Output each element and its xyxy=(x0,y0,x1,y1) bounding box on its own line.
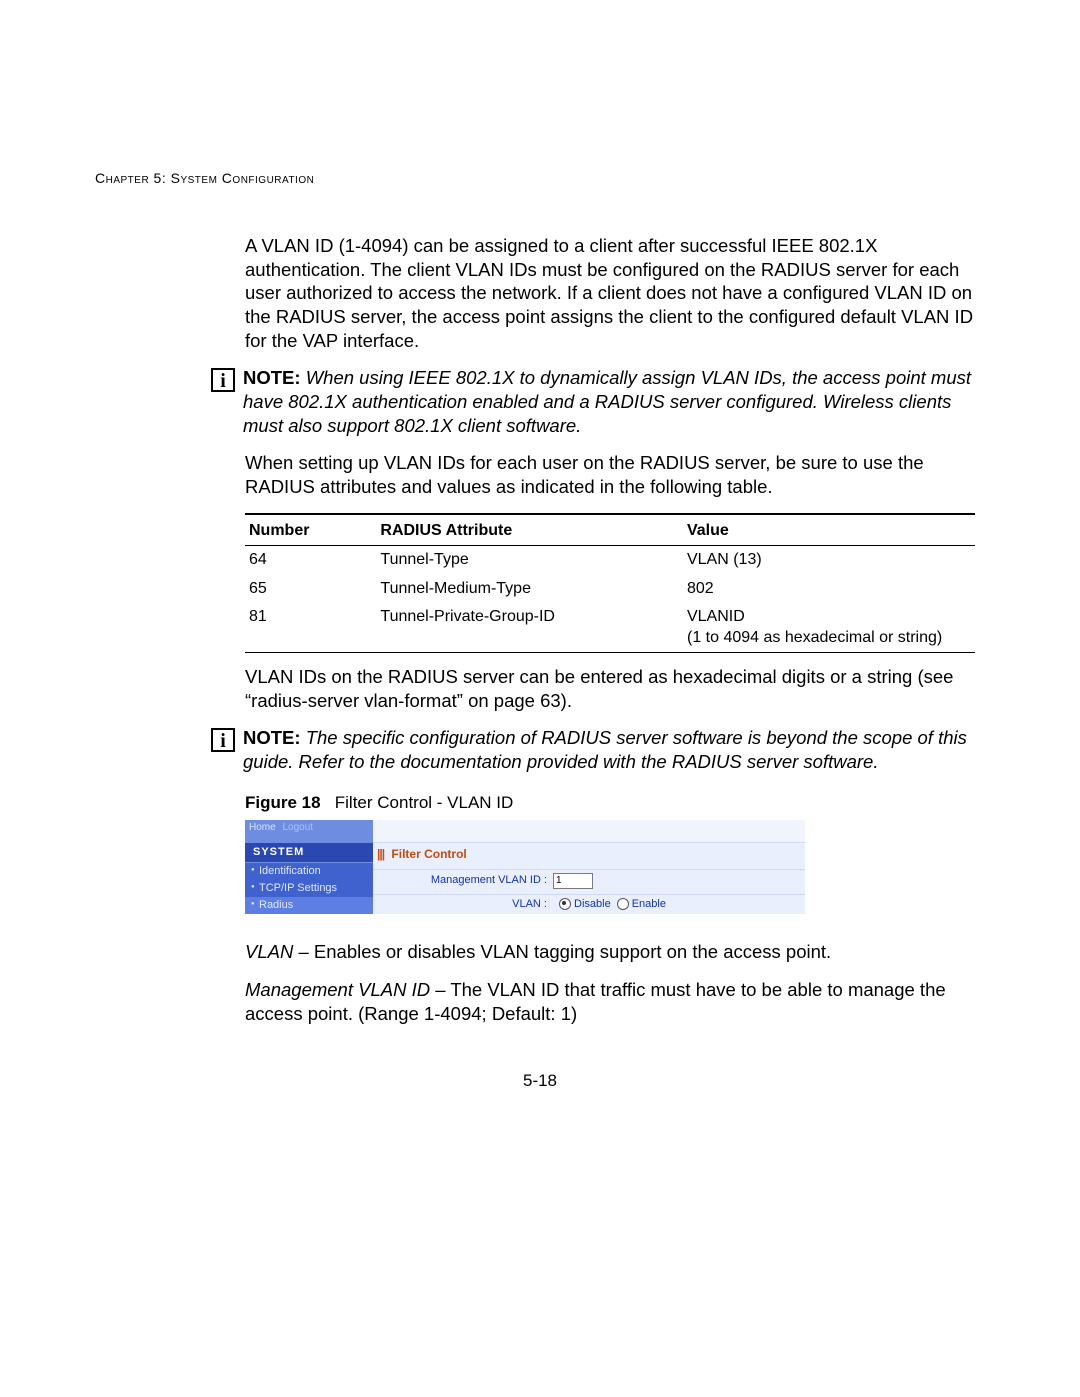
cell-attr: Tunnel-Medium-Type xyxy=(376,575,683,603)
note-2-text: NOTE: The specific configuration of RADI… xyxy=(243,726,975,773)
info-icon: i xyxy=(211,368,235,392)
mgmt-vlan-row: Management VLAN ID : xyxy=(373,870,805,892)
sidebar-item-tcpip[interactable]: TCP/IP Settings xyxy=(245,880,373,897)
figure-label: Figure 18 xyxy=(245,793,321,812)
radius-table: Number RADIUS Attribute Value 64 Tunnel-… xyxy=(245,513,975,653)
figure-caption: Figure 18 Filter Control - VLAN ID xyxy=(245,792,975,814)
sidebar-section-system: SYSTEM xyxy=(245,842,373,863)
tab-logout[interactable]: Logout xyxy=(282,822,313,833)
mgmt-vlan-field-desc: Management VLAN ID – The VLAN ID that tr… xyxy=(245,978,975,1025)
main-content: A VLAN ID (1-4094) can be assigned to a … xyxy=(245,234,975,1025)
note-body: The specific configuration of RADIUS ser… xyxy=(243,727,967,772)
note-label: NOTE: xyxy=(243,727,301,748)
table-header-row: Number RADIUS Attribute Value xyxy=(245,514,975,546)
figure-title: Filter Control - VLAN ID xyxy=(335,793,514,812)
vlan-enable-label: Enable xyxy=(632,898,666,911)
panel-title: ||| Filter Control xyxy=(373,842,805,867)
vlan-disable-radio[interactable] xyxy=(559,898,571,910)
cell-attr: Tunnel-Type xyxy=(376,546,683,575)
cell-value: VLANID (1 to 4094 as hexadecimal or stri… xyxy=(683,603,975,652)
tab-home[interactable]: Home xyxy=(249,822,276,833)
col-value: Value xyxy=(683,514,975,546)
sidebar-item-radius[interactable]: Radius xyxy=(245,897,373,914)
term-vlan: VLAN xyxy=(245,941,293,962)
note-label: NOTE: xyxy=(243,367,301,388)
panel: ||| Filter Control Management VLAN ID : … xyxy=(373,820,805,915)
vlan-row: VLAN : Disable Enable xyxy=(373,895,805,914)
desc-vlan: – Enables or disables VLAN tagging suppo… xyxy=(293,941,831,962)
top-tabs: Home Logout xyxy=(245,820,373,842)
vlan-field-desc: VLAN – Enables or disables VLAN tagging … xyxy=(245,940,975,964)
col-number: Number xyxy=(245,514,376,546)
table-row: 65 Tunnel-Medium-Type 802 xyxy=(245,575,975,603)
cell-value: VLAN (13) xyxy=(683,546,975,575)
page: Chapter 5: System Configuration A VLAN I… xyxy=(0,0,1080,1397)
note-1-text: NOTE: When using IEEE 802.1X to dynamica… xyxy=(243,366,975,437)
page-number: 5-18 xyxy=(0,1071,1080,1091)
radius-intro: When setting up VLAN IDs for each user o… xyxy=(245,451,975,498)
radius-hex-paragraph: VLAN IDs on the RADIUS server can be ent… xyxy=(245,665,975,712)
col-attribute: RADIUS Attribute xyxy=(376,514,683,546)
panel-title-icon: ||| xyxy=(377,847,384,861)
table-row: 81 Tunnel-Private-Group-ID VLANID (1 to … xyxy=(245,603,975,652)
mgmt-vlan-label: Management VLAN ID : xyxy=(397,874,553,887)
cell-number: 81 xyxy=(245,603,376,652)
vlan-label: VLAN : xyxy=(397,898,553,911)
vlan-enable-radio[interactable] xyxy=(617,898,629,910)
panel-top-spacer xyxy=(373,820,805,842)
note-body: When using IEEE 802.1X to dynamically as… xyxy=(243,367,971,435)
sidebar-item-identification[interactable]: Identification xyxy=(245,863,373,880)
term-mgmt-vlan: Management VLAN ID xyxy=(245,979,430,1000)
filter-control-screenshot: Home Logout SYSTEM Identification TCP/IP… xyxy=(245,820,805,915)
panel-title-text: Filter Control xyxy=(391,847,466,861)
table-row: 64 Tunnel-Type VLAN (13) xyxy=(245,546,975,575)
cell-value: 802 xyxy=(683,575,975,603)
note-1: i NOTE: When using IEEE 802.1X to dynami… xyxy=(211,366,975,437)
cell-attr: Tunnel-Private-Group-ID xyxy=(376,603,683,652)
cell-number: 64 xyxy=(245,546,376,575)
sidebar: Home Logout SYSTEM Identification TCP/IP… xyxy=(245,820,373,915)
info-icon: i xyxy=(211,728,235,752)
mgmt-vlan-input[interactable] xyxy=(553,873,593,889)
note-2: i NOTE: The specific configuration of RA… xyxy=(211,726,975,773)
intro-paragraph: A VLAN ID (1-4094) can be assigned to a … xyxy=(245,234,975,352)
cell-number: 65 xyxy=(245,575,376,603)
running-header: Chapter 5: System Configuration xyxy=(95,170,985,186)
vlan-disable-label: Disable xyxy=(574,898,611,911)
